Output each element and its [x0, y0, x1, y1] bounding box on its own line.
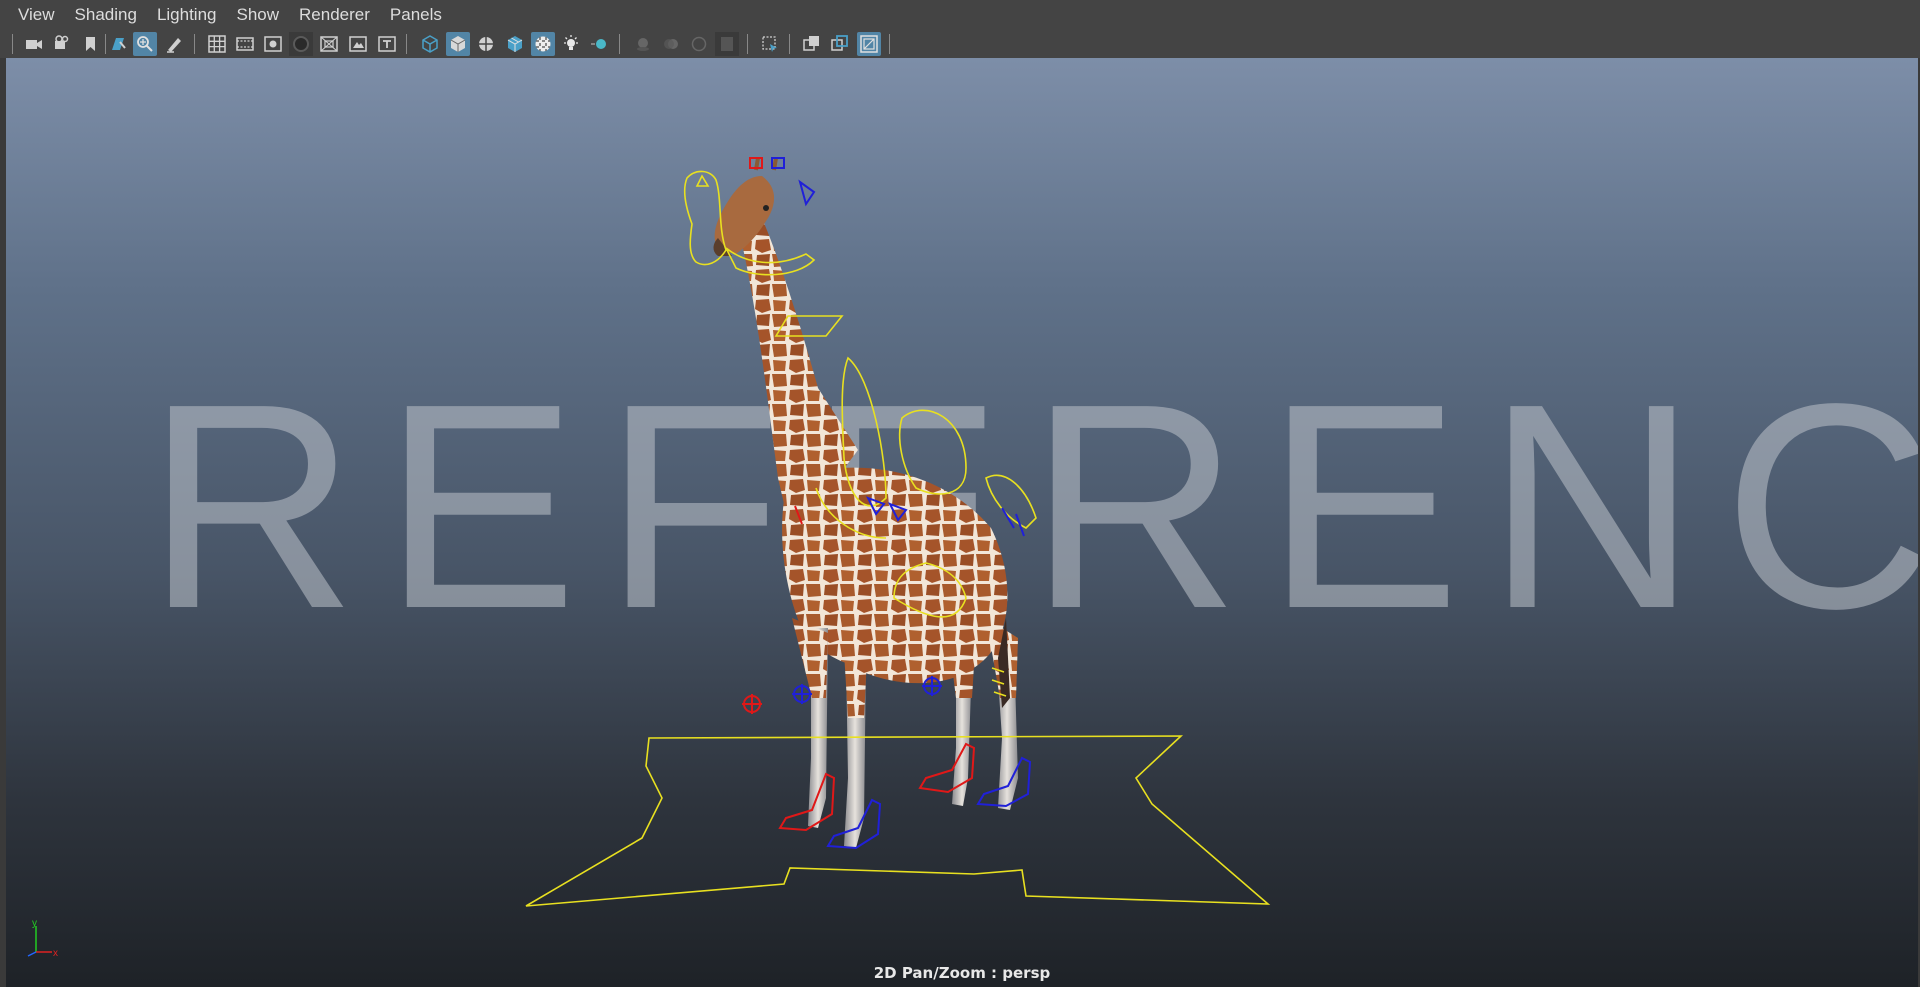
xray-button[interactable] [800, 32, 824, 56]
xray-active-components-icon [860, 35, 878, 53]
screen-space-ao-icon [637, 38, 649, 51]
menu-bar: View Shading Lighting Show Renderer Pane… [0, 0, 1920, 30]
safe-action-button[interactable] [346, 32, 370, 56]
bookmark-icon [86, 37, 95, 51]
use-all-lights-button[interactable] [559, 32, 583, 56]
xray-active-components-button[interactable] [857, 32, 881, 56]
image-plane-icon [112, 38, 126, 50]
camera-label: 2D Pan/Zoom : persp [873, 964, 1051, 982]
wireframe-icon [422, 35, 438, 53]
pan-zoom-icon [137, 36, 153, 52]
toolbar-separator [746, 34, 749, 54]
toolbar-separator [618, 34, 621, 54]
gate-mask-icon [293, 36, 309, 52]
resolution-gate-button[interactable] [261, 32, 285, 56]
viewport-persp[interactable]: REFERENCE [6, 58, 1918, 987]
giraffe-rig-scene[interactable] [6, 58, 1918, 987]
resolution-gate-icon [264, 36, 282, 52]
wireframe-button[interactable] [418, 32, 442, 56]
screen-space-ao-button[interactable] [631, 32, 655, 56]
textured-button[interactable] [531, 32, 555, 56]
wireframe-on-shaded-icon [507, 36, 523, 52]
z-axis-line [27, 951, 37, 957]
xray-joints-icon [831, 35, 848, 51]
motion-blur-button[interactable] [659, 32, 683, 56]
menu-show[interactable]: Show [228, 0, 291, 30]
multisample-aa-icon [691, 36, 707, 52]
shadows-button[interactable] [587, 32, 611, 56]
smooth-shade-button[interactable] [446, 32, 470, 56]
xray-icon [803, 36, 819, 51]
xray-joints-button[interactable] [828, 32, 852, 56]
x-axis-label: x [53, 948, 58, 958]
field-chart-button[interactable] [317, 32, 341, 56]
toolbar-separator [888, 34, 891, 54]
menu-view[interactable]: View [0, 0, 66, 30]
bounding-box-button[interactable] [474, 32, 498, 56]
pan-zoom-button[interactable] [133, 32, 157, 56]
smooth-shade-icon [450, 36, 466, 52]
image-plane-button[interactable] [106, 32, 130, 56]
menu-panels[interactable]: Panels [381, 0, 453, 30]
grease-pencil-icon [167, 38, 181, 53]
menu-shading[interactable]: Shading [66, 0, 148, 30]
grease-pencil-button[interactable] [162, 32, 186, 56]
shadows-icon [591, 39, 606, 49]
motion-blur-icon [664, 39, 678, 49]
textured-icon [535, 36, 551, 52]
multisample-aa-button[interactable] [687, 32, 711, 56]
menu-renderer[interactable]: Renderer [290, 0, 381, 30]
film-gate-button[interactable] [233, 32, 257, 56]
grid-button[interactable] [205, 32, 229, 56]
safe-title-icon [378, 36, 396, 52]
toolbar-separator [788, 34, 791, 54]
camera-attributes-button[interactable] [50, 32, 74, 56]
isolate-select-icon [762, 36, 777, 52]
isolate-select-button[interactable] [758, 32, 782, 56]
toolbar-separator [193, 34, 196, 54]
view-axis-indicator: y x [27, 918, 58, 958]
panel-toolbar [0, 30, 1920, 58]
grid-icon [208, 35, 226, 53]
field-chart-icon [320, 36, 338, 52]
depth-of-field-icon [721, 37, 733, 51]
camera-select-icon [26, 40, 42, 49]
safe-action-icon [349, 36, 367, 52]
bookmark-button[interactable] [79, 32, 103, 56]
toolbar-separator [11, 34, 14, 54]
camera-select-button[interactable] [22, 32, 46, 56]
bounding-box-icon [479, 37, 493, 51]
use-all-lights-icon [564, 35, 578, 50]
film-gate-icon [236, 37, 254, 51]
wireframe-on-shaded-button[interactable] [503, 32, 527, 56]
gate-mask-button[interactable] [289, 32, 313, 56]
menu-lighting[interactable]: Lighting [148, 0, 228, 30]
toolbar-separator [405, 34, 408, 54]
camera-attributes-icon [55, 35, 69, 49]
safe-title-button[interactable] [375, 32, 399, 56]
y-axis-label: y [32, 918, 37, 929]
depth-of-field-button[interactable] [715, 32, 739, 56]
